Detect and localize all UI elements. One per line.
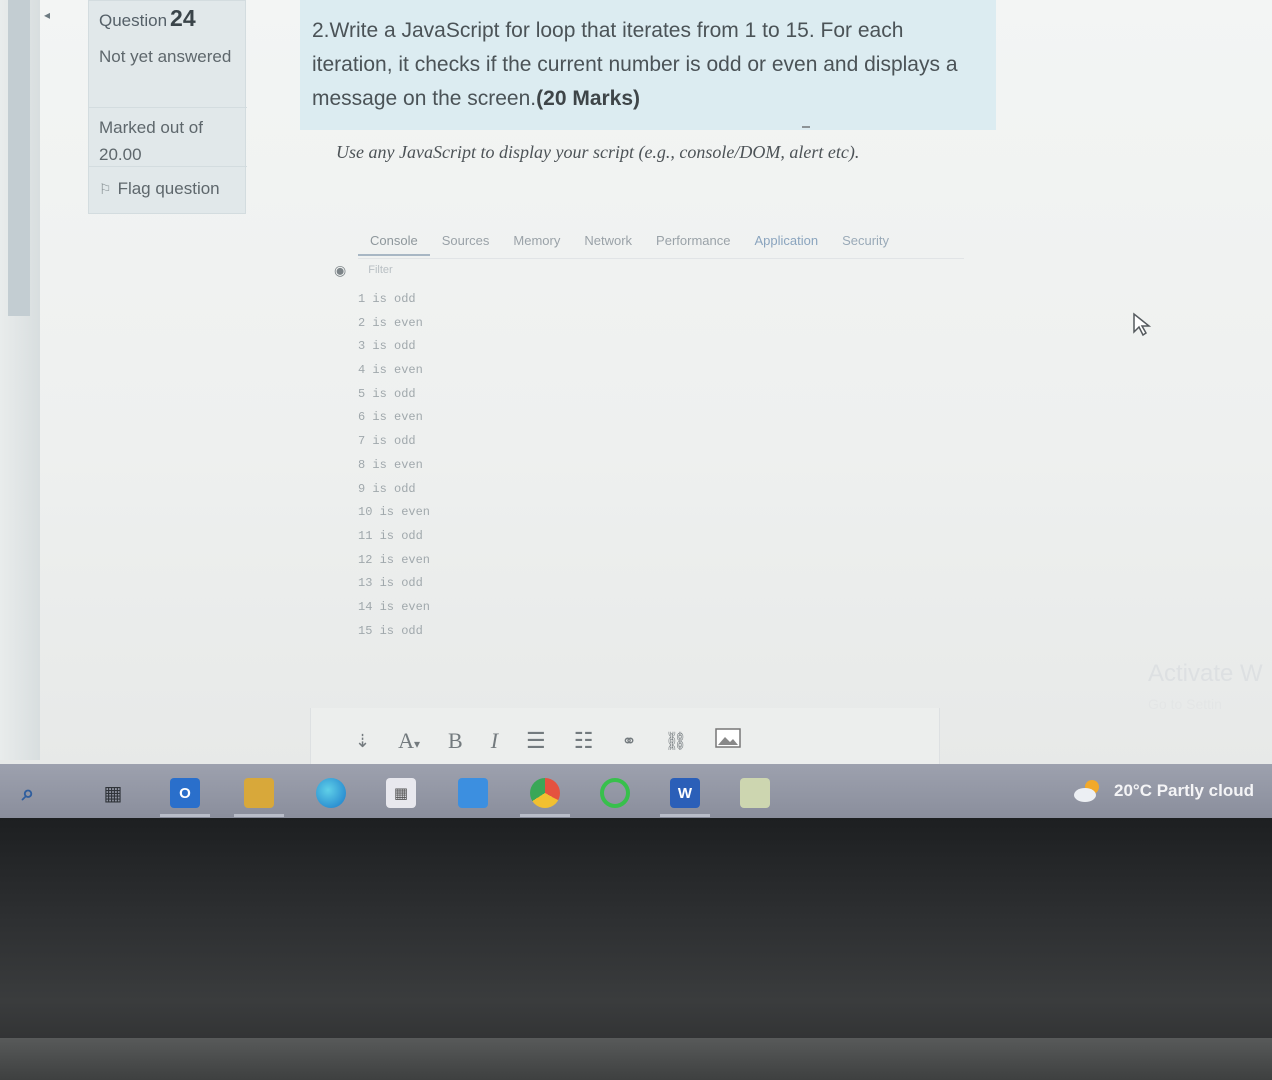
eye-icon: ◉ xyxy=(334,261,347,278)
scrollbar[interactable] xyxy=(8,0,30,316)
console-line: 9 is odd xyxy=(358,481,416,496)
activate-windows-watermark: Activate W xyxy=(1148,660,1263,687)
cursor-icon xyxy=(1132,312,1152,343)
link-icon[interactable]: ⚭ xyxy=(608,731,651,752)
weather-icon xyxy=(1072,778,1104,804)
flag-question-link[interactable]: ⚐ Flag question xyxy=(99,179,220,199)
nav-arrow-icon[interactable]: ◂ xyxy=(44,8,50,22)
flag-icon: ⚐ xyxy=(99,180,112,197)
outlook-active-indicator xyxy=(160,814,210,817)
circle-app-icon[interactable] xyxy=(600,778,630,808)
tabs-divider xyxy=(358,258,964,259)
tab-memory: Memory xyxy=(513,233,561,248)
console-line: 14 is even xyxy=(358,599,431,614)
store-icon[interactable]: ▦ xyxy=(386,778,416,808)
editor-toolbar: ⇣ A▾ B I ☰ ☷ ⚭ ⛓ xyxy=(341,728,755,754)
console-line: 3 is odd xyxy=(358,339,416,354)
activate-windows-subtext: Go to Settin xyxy=(1148,696,1222,712)
tab-security: Security xyxy=(842,233,890,248)
devtools-screenshot: Console Sources Memory Network Performan… xyxy=(330,222,964,642)
search-icon[interactable]: ⌕ xyxy=(0,778,56,808)
console-line: 5 is odd xyxy=(358,386,416,401)
tab-performance: Performance xyxy=(656,233,731,248)
instruction-text: Use any JavaScript to display your scrip… xyxy=(336,142,860,162)
explorer-active-indicator xyxy=(234,814,284,817)
file-explorer-icon[interactable] xyxy=(244,778,274,808)
console-line: 11 is odd xyxy=(358,528,423,543)
flag-question-label: Flag question xyxy=(117,179,220,198)
task-view-icon[interactable]: ▦ xyxy=(98,778,128,808)
console-line: 4 is even xyxy=(358,363,423,378)
console-line: 7 is odd xyxy=(358,434,416,449)
devtools-tabs: Console Sources Memory Network Performan… xyxy=(358,230,901,256)
question-status: Not yet answered xyxy=(99,47,232,66)
editor-toolbar-area: ⇣ A▾ B I ☰ ☷ ⚭ ⛓ xyxy=(310,708,940,764)
marks-box: Marked out of 20.00 xyxy=(89,107,247,167)
laptop-bezel xyxy=(0,818,1272,1080)
screen: ◂ Question 24 Not yet answered Marked out… xyxy=(0,0,1272,815)
bezel-edge xyxy=(0,1038,1272,1080)
console-line: 15 is odd xyxy=(358,623,423,638)
bold-button[interactable]: B xyxy=(434,728,477,754)
filter-row: ◉ Filter xyxy=(334,260,393,280)
console-line: 2 is even xyxy=(358,315,423,330)
console-line: 1 is odd xyxy=(358,292,416,306)
mail-icon[interactable] xyxy=(458,778,488,808)
word-active-indicator xyxy=(660,814,710,817)
question-text: 2.Write a JavaScript for loop that itera… xyxy=(312,14,972,116)
console-line: 8 is even xyxy=(358,457,423,472)
font-button[interactable]: A▾ xyxy=(384,728,434,754)
chrome-active-indicator xyxy=(520,814,570,817)
outlook-label: O xyxy=(179,784,191,802)
notepad-icon[interactable] xyxy=(740,778,770,808)
tab-network: Network xyxy=(584,233,633,248)
numbered-list-icon[interactable]: ☷ xyxy=(560,728,608,754)
chrome-icon[interactable] xyxy=(530,778,560,808)
question-box: 2.Write a JavaScript for loop that itera… xyxy=(300,0,996,130)
console-output: 1 is odd 2 is even 3 is odd 4 is even 5 … xyxy=(358,288,558,643)
chevron-down-icon: ▾ xyxy=(413,737,421,751)
console-line: 13 is odd xyxy=(358,576,423,591)
italic-button[interactable]: I xyxy=(477,728,512,754)
filter-input: Filter xyxy=(368,264,393,276)
weather-widget[interactable]: 20°C Partly cloud xyxy=(1072,778,1254,804)
taskbar: ⌕ ▦ O ▦ W 20°C Partly cloud xyxy=(0,764,1272,818)
console-line: 12 is even xyxy=(358,552,431,567)
bullet-list-icon[interactable]: ☰ xyxy=(512,728,560,754)
console-line: 10 is even xyxy=(358,505,431,520)
word-icon[interactable]: W xyxy=(670,778,700,808)
unlink-icon[interactable]: ⛓ xyxy=(651,731,702,752)
outlook-icon[interactable]: O xyxy=(170,778,200,808)
font-label: A xyxy=(398,728,414,753)
question-marks-label: (20 Marks) xyxy=(536,87,641,110)
question-marks: Marked out of 20.00 xyxy=(99,118,203,164)
expand-toolbar-button[interactable]: ⇣ xyxy=(341,731,384,752)
tab-sources: Sources xyxy=(441,233,490,248)
edge-icon[interactable] xyxy=(316,778,346,808)
weather-text: 20°C Partly cloud xyxy=(1114,781,1255,800)
question-info-card: Question 24 Not yet answered Marked out o… xyxy=(88,0,247,214)
question-label: Question xyxy=(99,11,168,30)
console-line: 6 is even xyxy=(358,410,423,425)
word-label: W xyxy=(677,784,693,802)
question-number-value: 24 xyxy=(170,5,196,31)
image-icon[interactable] xyxy=(701,728,755,754)
tab-console: Console xyxy=(358,230,430,256)
question-number: Question 24 xyxy=(99,5,196,32)
divider xyxy=(802,126,810,128)
tab-application: Application xyxy=(754,233,819,248)
